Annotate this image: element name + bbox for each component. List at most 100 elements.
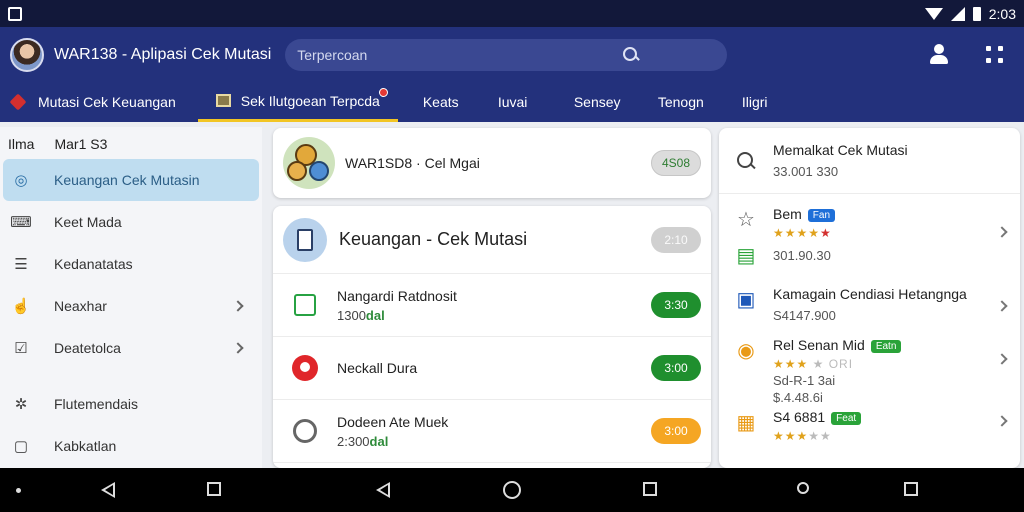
list-item-pill[interactable]: 3:30	[651, 292, 701, 318]
tab-bar: Mutasi Cek Keuangan Sek Ilutgoean Terpcd…	[0, 82, 1024, 122]
chevron-right-icon[interactable]	[996, 415, 1008, 427]
back-button[interactable]	[101, 482, 115, 498]
tab-label: Mutasi Cek Keuangan	[38, 94, 176, 110]
compass-icon: ◎	[14, 172, 28, 189]
right-list-item[interactable]: ▤ 301.90.30	[719, 240, 1020, 268]
list-item-title: Neckall Dura	[337, 360, 418, 376]
rating-stars: ★★★★★	[773, 429, 832, 443]
status-bar: 2:03	[0, 0, 1024, 27]
tab-label: Keats	[422, 94, 459, 110]
tab-label: Tenogn	[657, 94, 704, 110]
right-item-value: $.4.48.6i	[773, 390, 823, 405]
right-item-title: Rel Senan Mid	[773, 337, 865, 353]
list-item[interactable]: Dodeen Ate Muek 2:300dal 3:00	[273, 400, 711, 463]
summary-card[interactable]: WAR1SD8 · Cel Mgai 4S08	[273, 128, 711, 198]
tab-keats[interactable]: Keats	[398, 82, 498, 122]
overview-button[interactable]	[643, 482, 657, 496]
right-list-item[interactable]: ☆ Bem Fan ★★★★★	[719, 194, 1020, 240]
chevron-right-icon[interactable]	[232, 300, 244, 312]
right-panel: Memalkat Cek Mutasi 33.001 330 ☆ Bem Fan …	[719, 128, 1020, 468]
tab-label: Iligri	[741, 94, 768, 110]
tab-iligri[interactable]: Iligri	[742, 82, 768, 122]
apps-grid-icon[interactable]	[986, 45, 1004, 64]
check-box-icon: ☑	[14, 340, 28, 357]
drawer-item-deatetolca[interactable]: ☑ Deatetolca	[0, 327, 262, 369]
right-search-title: Memalkat Cek Mutasi	[773, 142, 908, 158]
right-item-title: Kamagain Cendiasi Hetangnga	[773, 286, 967, 302]
drawer-item-neaxhar[interactable]: ☝ Neaxhar	[0, 285, 262, 327]
list-item-title: Dodeen Ate Muek	[337, 413, 449, 430]
drawer-item-flutemendais[interactable]: ✲ Flutemendais	[0, 383, 262, 425]
summary-card-title: WAR1SD8 · Cel Mgai	[345, 155, 480, 171]
tab-sensey[interactable]: Sensey	[574, 82, 658, 122]
right-item-value: 301.90.30	[773, 248, 831, 263]
list-item-pill[interactable]: 3:00	[651, 355, 701, 381]
right-item-badge: Eatn	[870, 339, 902, 353]
middle-column: WAR1SD8 · Cel Mgai 4S08 Keuangan - Cek M…	[273, 128, 711, 468]
transfer-icon	[291, 291, 319, 319]
search-icon[interactable]	[623, 46, 639, 63]
back-button-2[interactable]	[376, 482, 390, 498]
summary-pill[interactable]: 4S08	[650, 150, 701, 176]
right-search-row[interactable]: Memalkat Cek Mutasi 33.001 330	[719, 128, 1020, 194]
clock: 2:03	[988, 5, 1016, 22]
sparkle-icon: ✲	[14, 396, 28, 413]
drawer-item-label: Kedanatatas	[54, 256, 133, 272]
tab-label: Sensey	[573, 94, 621, 110]
list-item[interactable]: Neckall Dura 3:00	[273, 337, 711, 400]
home-button[interactable]	[503, 481, 521, 499]
signal-icon	[950, 6, 965, 21]
dot-icon	[16, 488, 21, 493]
chevron-right-icon[interactable]	[996, 353, 1008, 365]
list-card-pill[interactable]: 2:10	[651, 226, 701, 253]
diamond-icon	[9, 93, 27, 111]
hand-icon: ☝	[11, 298, 31, 315]
right-item-value: S4147.900	[773, 308, 836, 323]
tab-label: Sek Ilutgoean Terpcda	[240, 92, 380, 109]
navigation-drawer: Ilma Mar1 S3 ◎ Keuangan Cek Mutasin ⌨ Ke…	[0, 127, 262, 468]
wifi-icon	[924, 7, 943, 20]
notification-dot	[378, 88, 388, 97]
search-nav-icon[interactable]	[797, 482, 809, 494]
tab-sek-ilutgoean[interactable]: Sek Ilutgoean Terpcda	[197, 82, 398, 122]
list-item-pill[interactable]: 3:00	[651, 418, 701, 444]
right-list-item[interactable]: ▦ S4 6881 Feat ★★★★★	[719, 405, 1020, 443]
chart-icon: ▤	[736, 244, 756, 267]
search-icon	[737, 151, 755, 170]
drawer-item-label: Kabkatlan	[54, 438, 117, 454]
right-item-badge: Fan	[807, 208, 836, 222]
right-list-item[interactable]: ▣ Kamagain Cendiasi Hetangnga S4147.900	[719, 268, 1020, 323]
search-bar[interactable]	[285, 38, 728, 71]
drawer-header-left: Ilma	[8, 136, 35, 152]
tab-mutasi-cek-keuangan[interactable]: Mutasi Cek Keuangan	[0, 82, 198, 122]
list-card-header[interactable]: Keuangan - Cek Mutasi 2:10	[273, 206, 711, 274]
avatar[interactable]	[10, 37, 44, 72]
chevron-right-icon[interactable]	[996, 300, 1008, 312]
drawer-item-label: Neaxhar	[54, 298, 107, 314]
star-outline-icon: ☆	[737, 208, 755, 231]
drawer-item-kabkatlan[interactable]: ▢ Kabkatlan	[0, 425, 262, 467]
drawer-item-keuangan-cek-mutasin[interactable]: ◎ Keuangan Cek Mutasin	[3, 159, 259, 201]
right-item-title: S4 6881	[773, 409, 826, 425]
search-input[interactable]	[297, 46, 624, 63]
drawer-item-kedanatatas[interactable]: ☰ Kedanatatas	[0, 243, 262, 285]
chevron-right-icon[interactable]	[996, 226, 1008, 238]
record-icon	[291, 354, 319, 382]
drawer-item-keet-mada[interactable]: ⌨ Keet Mada	[0, 201, 262, 243]
document-icon	[283, 217, 327, 262]
coins-logo-icon	[283, 137, 335, 189]
drawer-item-label: Deatetolca	[54, 340, 121, 356]
account-icon[interactable]	[928, 43, 950, 66]
list-card-title: Keuangan - Cek Mutasi	[339, 229, 528, 249]
tab-iuvai[interactable]: Iuvai	[498, 82, 574, 122]
recents-button[interactable]	[207, 482, 221, 496]
right-list-item[interactable]: ◉ Rel Senan Mid Eatn ★★★ ★ ORI Sd-R-1 3ai…	[719, 323, 1020, 405]
recents-button-2[interactable]	[904, 482, 918, 496]
drawer-item-label: Keuangan Cek Mutasin	[54, 172, 200, 188]
tab-tenogn[interactable]: Tenogn	[658, 82, 742, 122]
calendar-icon	[215, 94, 231, 107]
chevron-right-icon[interactable]	[232, 342, 244, 354]
rating-stars: ★★★★★	[773, 226, 832, 240]
list-item[interactable]: Nangardi Ratdnosit 1300dal 3:30	[273, 274, 711, 337]
system-nav-bar	[0, 468, 1024, 512]
